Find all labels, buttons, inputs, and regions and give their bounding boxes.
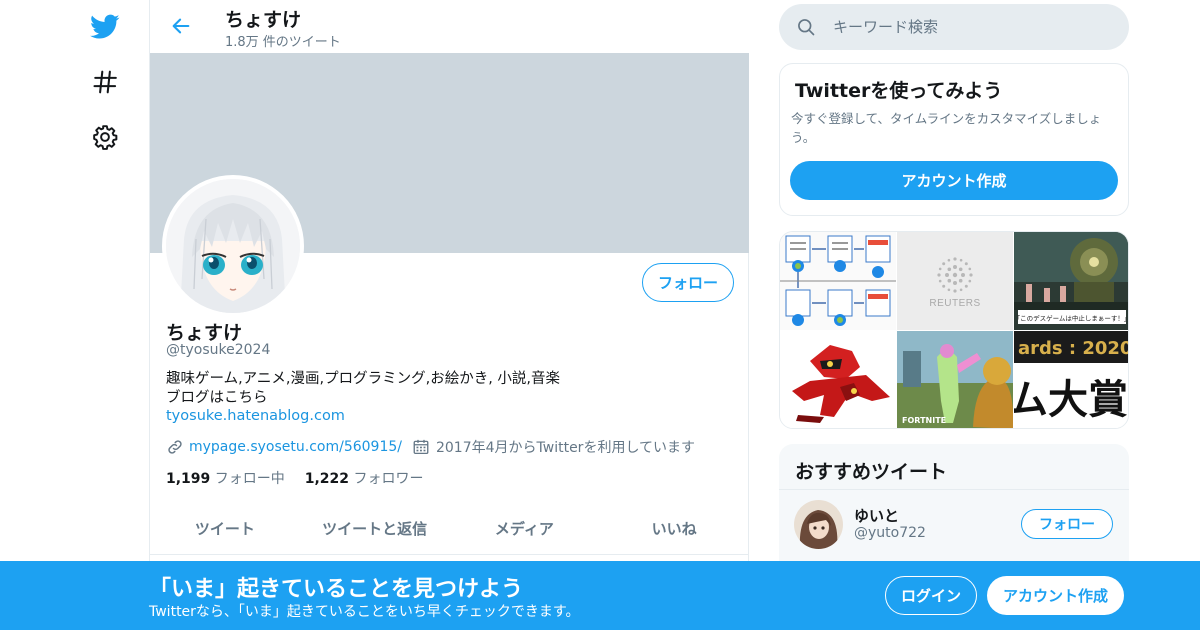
signup-card: Twitterを使ってみよう 今すぐ登録して、タイムラインをカスタマイズしましょ… xyxy=(779,63,1129,216)
link-icon xyxy=(168,440,182,454)
signup-prompt-bar: 「いま」起きていることを見つけよう Twitterなら、「いま」起きていることを… xyxy=(0,561,1200,630)
bio-blog-link[interactable]: tyosuke.hatenablog.com xyxy=(166,408,345,424)
search-icon xyxy=(798,19,815,36)
tab-likes[interactable]: いいね xyxy=(599,503,749,554)
explore-button[interactable] xyxy=(82,59,128,105)
profile-name: ちょすけ xyxy=(166,322,243,344)
profile-bio: 趣味ゲーム,アニメ,漫画,プログラミング,お絵かき, 小説,音楽 ブログはこちら xyxy=(166,370,560,408)
divider xyxy=(779,489,1129,490)
twitter-bird-icon xyxy=(90,14,120,39)
followers-count: 1,222 xyxy=(304,471,350,487)
tab-media[interactable]: メディア xyxy=(450,503,600,554)
recommended-user-name[interactable]: ゆいと xyxy=(854,505,899,526)
signup-card-description: 今すぐ登録して、タイムラインをカスタマイズしましょう。 xyxy=(791,111,1102,145)
game-caption: 「このデスゲームは中止しまぁーす！」 xyxy=(1014,314,1129,323)
profile-tabs: ツイート ツイートと返信 メディア いいね xyxy=(150,503,749,555)
profile-handle: @tyosuke2024 xyxy=(166,342,271,358)
awards-big-text: ム大賞 xyxy=(1014,377,1128,423)
recommended-user-handle: @yuto722 xyxy=(854,525,926,541)
hashtag-icon xyxy=(93,70,117,94)
media-thumbnail-robot[interactable] xyxy=(780,331,896,428)
tweet-count: 1.8万 件のツイート xyxy=(225,35,341,50)
fortnite-label: FORTNITE xyxy=(902,416,946,425)
login-button[interactable]: ログイン xyxy=(885,576,977,615)
reuters-label: REUTERS xyxy=(929,298,980,309)
twitter-logo-button[interactable] xyxy=(82,4,128,50)
profile-avatar[interactable] xyxy=(162,175,304,317)
media-thumbnail-fortnite[interactable]: FORTNITE xyxy=(897,331,1013,428)
search-bar xyxy=(779,4,1129,50)
profile-column: ちょすけ 1.8万 件のツイート フォロー ちょすけ @tyosuke2024 … xyxy=(149,0,749,630)
recommended-user-avatar[interactable] xyxy=(794,500,843,549)
gear-icon xyxy=(93,125,118,150)
media-thumbnail-reuters[interactable]: REUTERS xyxy=(897,232,1013,330)
calendar-icon xyxy=(413,439,429,455)
avatar-image xyxy=(166,179,300,313)
bio-line: 趣味ゲーム,アニメ,漫画,プログラミング,お絵かき, 小説,音楽 xyxy=(166,371,561,387)
signup-button[interactable]: アカウント作成 xyxy=(987,576,1124,615)
bio-line: ブログはこちら xyxy=(166,390,268,406)
followers-label: フォロワー xyxy=(353,471,424,487)
join-date: 2017年4月からTwitterを利用しています xyxy=(435,440,696,456)
following-label: フォロー中 xyxy=(214,471,285,487)
media-thumbnail-diagram[interactable] xyxy=(780,232,896,330)
create-account-button[interactable]: アカウント作成 xyxy=(790,161,1118,200)
profile-meta: mypage.syosetu.com/560915/ 2017年4月からTwit… xyxy=(166,437,695,457)
profile-website-link[interactable]: mypage.syosetu.com/560915/ xyxy=(189,439,402,455)
profile-stats: 1,199 フォロー中 1,222 フォロワー xyxy=(166,468,424,488)
profile-header: ちょすけ 1.8万 件のツイート xyxy=(150,0,749,53)
prompt-subtitle: Twitterなら、「いま」起きていることをいち早くチェックできます。 xyxy=(149,604,580,620)
back-button[interactable] xyxy=(166,11,196,41)
header-profile-name: ちょすけ xyxy=(225,9,302,31)
arrow-left-icon xyxy=(172,18,190,34)
prompt-title: 「いま」起きていることを見つけよう xyxy=(149,577,524,602)
search-input[interactable] xyxy=(833,18,1103,36)
follow-button[interactable]: フォロー xyxy=(642,263,734,302)
media-thumbnail-game[interactable]: 「このデスゲームは中止しまぁーす！」 xyxy=(1014,232,1129,330)
signup-card-title: Twitterを使ってみよう xyxy=(795,80,1003,102)
recommended-title: おすすめツイート xyxy=(795,461,948,483)
settings-button[interactable] xyxy=(82,114,128,160)
recommended-follow-button[interactable]: フォロー xyxy=(1021,509,1113,539)
media-grid: REUTERS 「このデスゲームは中止しまぁーす！」 FORTNITE ards… xyxy=(779,231,1129,429)
media-thumbnail-awards[interactable]: ards : 2020 ム大賞 xyxy=(1014,331,1129,428)
awards-text: ards : 2020 xyxy=(1018,338,1129,359)
tab-tweets[interactable]: ツイート xyxy=(150,503,300,554)
following-stat[interactable]: 1,199 フォロー中 xyxy=(166,468,285,488)
recommended-tweets-card: おすすめツイート ゆいと @yuto722 フォロー xyxy=(779,444,1129,574)
followers-stat[interactable]: 1,222 フォロワー xyxy=(305,468,424,488)
following-count: 1,199 xyxy=(166,471,211,487)
tab-tweets-and-replies[interactable]: ツイートと返信 xyxy=(300,503,450,554)
left-nav xyxy=(80,0,130,630)
